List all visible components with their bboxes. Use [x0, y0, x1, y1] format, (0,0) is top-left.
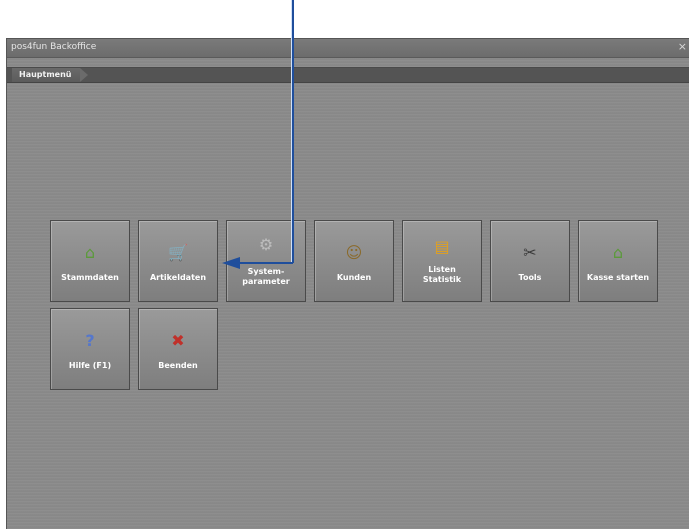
- tools-icon: ✂: [523, 243, 537, 262]
- house-icon: ⌂: [84, 243, 96, 262]
- close-icon: ✖: [171, 331, 185, 350]
- tile-beenden[interactable]: ✖ Beenden: [138, 308, 218, 390]
- tile-stammdaten[interactable]: ⌂ Stammdaten: [50, 220, 130, 302]
- tile-label: Stammdaten: [61, 273, 119, 282]
- tile-label: System- parameter: [242, 267, 290, 286]
- help-icon: ?: [85, 331, 95, 350]
- tile-kunden[interactable]: ☺ Kunden: [314, 220, 394, 302]
- tile-label: Tools: [518, 273, 542, 282]
- tile-label: Kasse starten: [586, 273, 650, 282]
- breadcrumb-home[interactable]: Hauptmenü: [12, 68, 80, 82]
- close-icon[interactable]: ×: [678, 41, 687, 53]
- tile-artikeldaten[interactable]: 🛒 Artikeldaten: [138, 220, 218, 302]
- annotation-arrow-shaft: [240, 262, 293, 264]
- tile-tools[interactable]: ✂ Tools: [490, 220, 570, 302]
- breadcrumb-arrow-icon: [80, 68, 88, 82]
- bar-chart-icon: ▤: [434, 237, 450, 256]
- tile-label: Beenden: [158, 361, 198, 370]
- breadcrumb: Hauptmenü: [7, 67, 689, 83]
- tile-label: Kunden: [336, 273, 372, 282]
- tile-label: Hilfe (F1): [68, 361, 112, 370]
- annotation-line: [291, 0, 294, 263]
- window-title: pos4fun Backoffice: [11, 42, 97, 52]
- tile-hilfe[interactable]: ? Hilfe (F1): [50, 308, 130, 390]
- shopping-cart-icon: 🛒: [168, 243, 188, 262]
- app-window: pos4fun Backoffice × Hauptmenü ⌂ Stammda…: [6, 38, 689, 529]
- tile-listen-statistik[interactable]: ▤ Listen Statistik: [402, 220, 482, 302]
- house-icon: ⌂: [612, 243, 624, 262]
- tile-label: Listen Statistik: [422, 265, 462, 284]
- customers-icon: ☺: [345, 243, 363, 262]
- title-bar: pos4fun Backoffice ×: [7, 39, 689, 58]
- tile-label: Artikeldaten: [149, 273, 207, 282]
- tile-kasse-starten[interactable]: ⌂ Kasse starten: [578, 220, 658, 302]
- annotation-arrow-icon: [222, 257, 240, 269]
